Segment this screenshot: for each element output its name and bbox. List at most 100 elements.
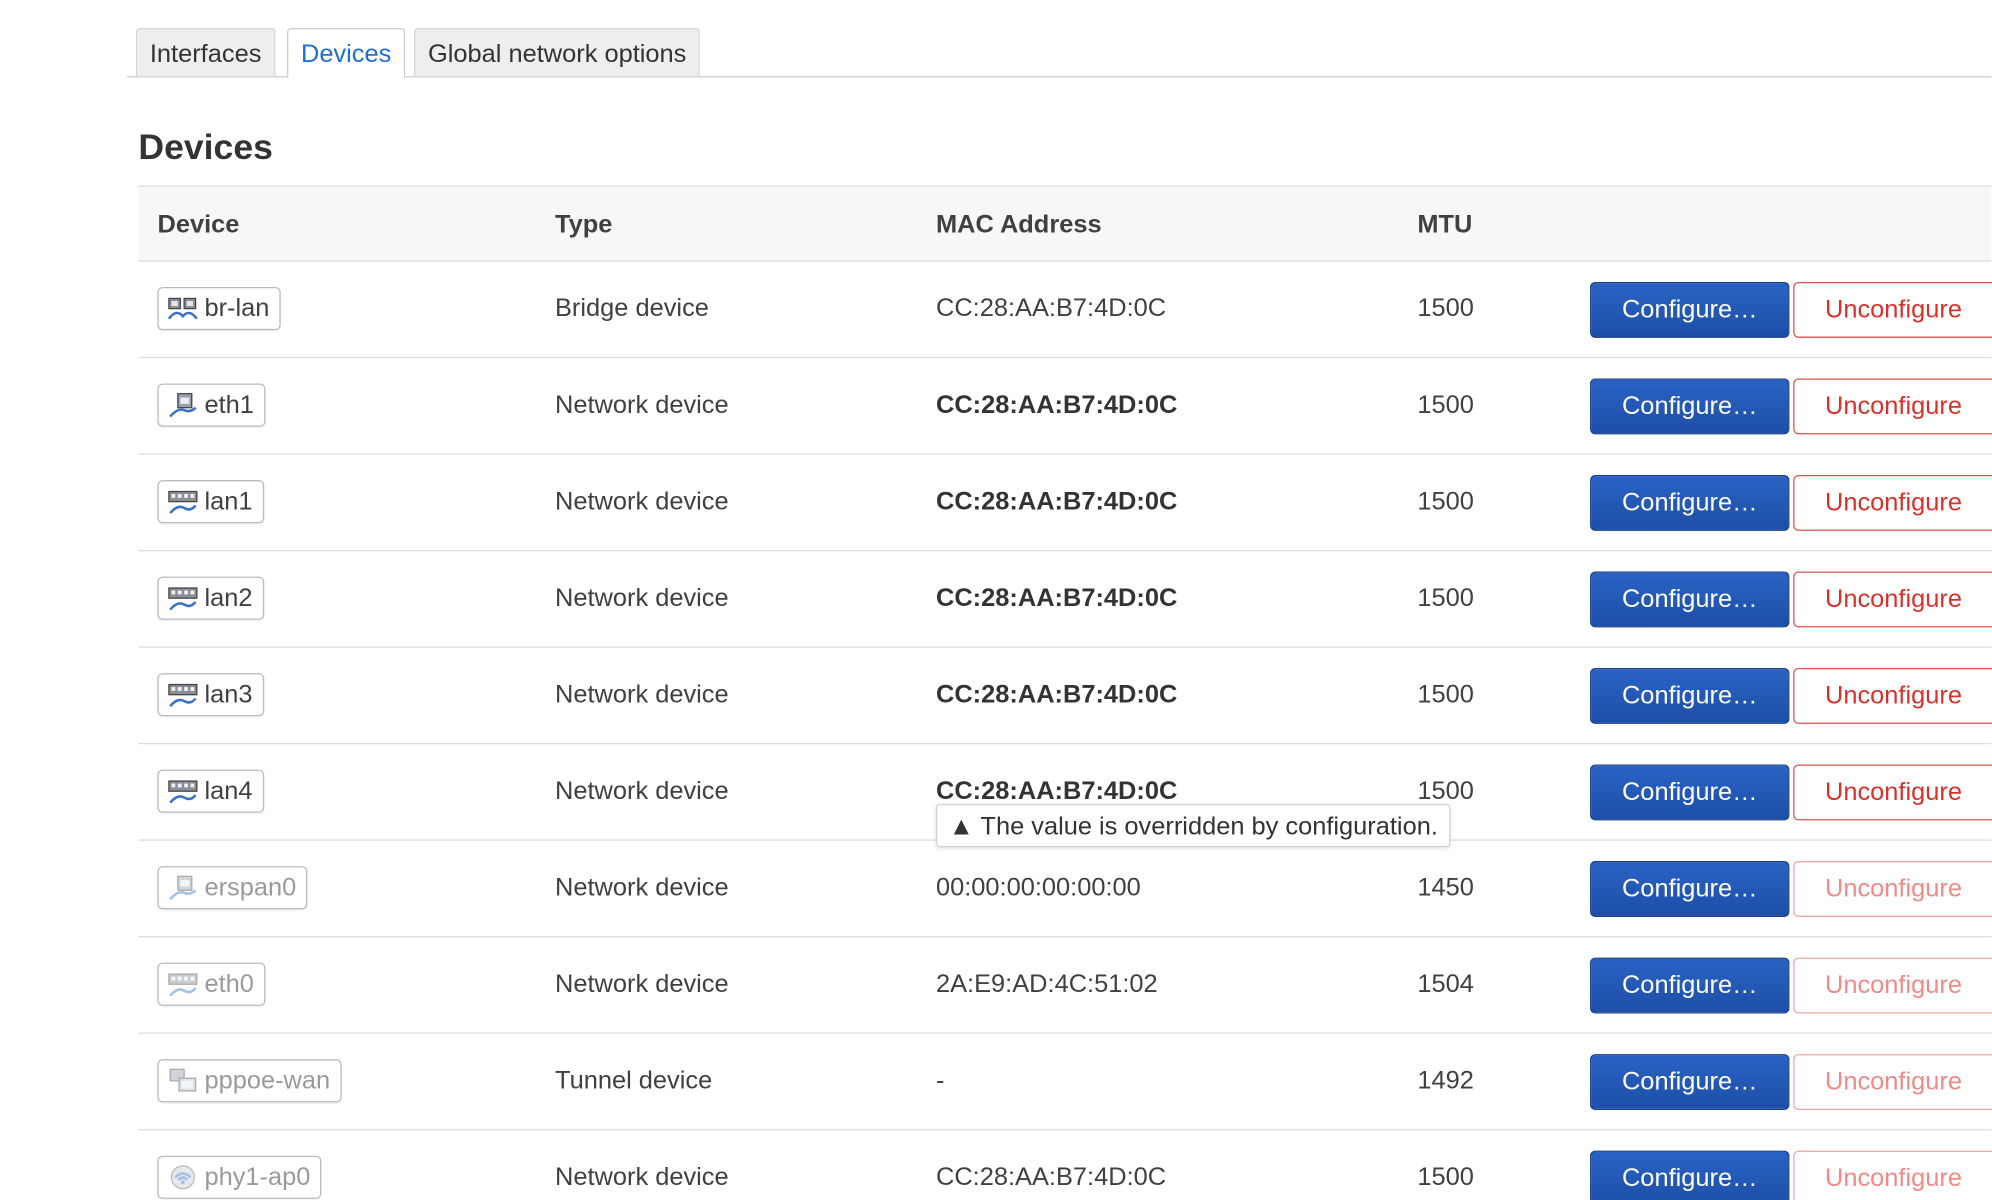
- configure-button[interactable]: Configure…: [1590, 861, 1790, 917]
- unconfigure-button[interactable]: Unconfigure: [1793, 378, 1992, 435]
- tab-global-network-options[interactable]: Global network options: [414, 27, 701, 77]
- table-row: eth0 Network device 2A:E9:AD:4C:51:02 1504 C…: [138, 937, 1992, 1034]
- device-badge[interactable]: lan1: [157, 480, 264, 524]
- configure-button[interactable]: Configure…: [1590, 764, 1790, 821]
- bridge-icon: [166, 293, 199, 323]
- device-badge[interactable]: pppoe-wan: [157, 1059, 342, 1103]
- device-badge[interactable]: lan4: [157, 769, 264, 813]
- device-name: lan4: [204, 776, 253, 805]
- switch-port-icon: [166, 583, 199, 613]
- unconfigure-button[interactable]: Unconfigure: [1793, 861, 1992, 917]
- device-badge[interactable]: lan2: [157, 576, 264, 620]
- table-row: phy1-ap0 Network device CC:28:AA:B7:4D:0C 1…: [138, 1130, 1992, 1200]
- unconfigure-button[interactable]: Unconfigure: [1793, 668, 1992, 724]
- unconfigure-button[interactable]: Unconfigure: [1793, 957, 1992, 1014]
- device-type: Network device: [554, 680, 729, 709]
- table-header: Device Type MAC Address MTU: [138, 185, 1992, 262]
- unconfigure-button[interactable]: Unconfigure: [1793, 1054, 1992, 1110]
- mac-address: CC:28:AA:B7:4D:0C: [935, 1163, 1167, 1192]
- configure-button[interactable]: Configure…: [1590, 1054, 1790, 1110]
- configure-button[interactable]: Configure…: [1590, 571, 1790, 628]
- device-badge[interactable]: erspan0: [157, 866, 308, 910]
- column-header-type: Type: [554, 210, 613, 239]
- configure-button[interactable]: Configure…: [1590, 281, 1790, 338]
- device-badge[interactable]: eth0: [157, 962, 266, 1006]
- switch-port-icon: [166, 776, 199, 806]
- device-badge[interactable]: phy1-ap0: [157, 1155, 322, 1199]
- tab-devices[interactable]: Devices: [287, 27, 406, 78]
- mac-address: CC:28:AA:B7:4D:0C: [935, 584, 1178, 613]
- device-name: lan2: [204, 583, 253, 612]
- device-name: pppoe-wan: [204, 1066, 331, 1095]
- ethernet-icon: [166, 872, 199, 902]
- unconfigure-button[interactable]: Unconfigure: [1793, 281, 1992, 338]
- device-type: Network device: [554, 487, 729, 516]
- mtu-value: 1504: [1417, 970, 1474, 999]
- device-type: Network device: [554, 970, 729, 999]
- device-type: Network device: [554, 584, 729, 613]
- page: Interfaces Devices Global network option…: [0, 0, 1992, 1200]
- device-name: lan1: [204, 487, 253, 515]
- mac-address: CC:28:AA:B7:4D:0C: [935, 680, 1178, 709]
- mac-address: 2A:E9:AD:4C:51:02: [935, 970, 1158, 999]
- table-row: lan1 Network device CC:28:AA:B7:4D:0C 1500 C…: [138, 455, 1992, 552]
- mtu-value: 1500: [1417, 391, 1474, 420]
- device-type: Tunnel device: [554, 1066, 713, 1095]
- device-name: lan3: [204, 680, 253, 709]
- tab-bar: Interfaces Devices Global network option…: [127, 27, 1992, 78]
- mac-address: CC:28:AA:B7:4D:0C: [935, 294, 1167, 323]
- mtu-value: 1500: [1417, 680, 1474, 709]
- configure-button[interactable]: Configure…: [1590, 378, 1790, 435]
- device-name: eth0: [204, 969, 254, 998]
- ethernet-icon: [166, 390, 199, 420]
- table-row: pppoe-wan Tunnel device - 1492 Configure… Unc…: [138, 1034, 1992, 1131]
- table-row: br-lan Bridge device CC:28:AA:B7:4D:0C 1500…: [138, 262, 1992, 359]
- device-type: Network device: [554, 1163, 729, 1192]
- unconfigure-button[interactable]: Unconfigure: [1793, 571, 1992, 628]
- configure-button[interactable]: Configure…: [1590, 474, 1790, 531]
- mac-address: -: [935, 1066, 945, 1095]
- unconfigure-button[interactable]: Unconfigure: [1793, 474, 1992, 531]
- mtu-value: 1450: [1417, 873, 1474, 902]
- table-body: br-lan Bridge device CC:28:AA:B7:4D:0C 1500…: [138, 262, 1992, 1200]
- device-badge[interactable]: lan3: [157, 673, 264, 717]
- device-badge[interactable]: eth1: [157, 383, 266, 427]
- configure-button[interactable]: Configure…: [1590, 1150, 1790, 1200]
- mtu-value: 1500: [1417, 294, 1474, 323]
- switch-port-icon: [166, 969, 199, 999]
- device-name: br-lan: [204, 294, 270, 322]
- mac-override-tooltip: ▲ The value is overridden by configurati…: [935, 803, 1451, 848]
- page-title: Devices: [138, 127, 273, 167]
- unconfigure-button[interactable]: Unconfigure: [1793, 764, 1992, 821]
- tunnel-icon: [166, 1066, 199, 1096]
- table-row: lan2 Network device CC:28:AA:B7:4D:0C 1500 C…: [138, 551, 1992, 648]
- devices-table: Device Type MAC Address MTU br-lan Bridge…: [138, 185, 1992, 1200]
- mtu-value: 1492: [1417, 1066, 1474, 1095]
- device-name: phy1-ap0: [204, 1162, 311, 1191]
- wifi-icon: [166, 1162, 199, 1192]
- device-type: Network device: [554, 391, 729, 420]
- device-type: Network device: [554, 777, 729, 806]
- device-name: eth1: [204, 390, 254, 419]
- column-header-mac: MAC Address: [935, 210, 1102, 239]
- device-name: erspan0: [204, 873, 297, 902]
- switch-port-icon: [166, 486, 199, 516]
- tab-interfaces[interactable]: Interfaces: [135, 27, 276, 77]
- device-type: Bridge device: [554, 294, 709, 323]
- configure-button[interactable]: Configure…: [1590, 957, 1790, 1014]
- column-header-mtu: MTU: [1417, 210, 1473, 239]
- device-type: Network device: [554, 873, 729, 902]
- table-row: lan3 Network device CC:28:AA:B7:4D:0C 1500 C…: [138, 648, 1992, 745]
- table-row: eth1 Network device CC:28:AA:B7:4D:0C 1500 C…: [138, 358, 1992, 455]
- column-header-device: Device: [157, 210, 240, 239]
- mac-address: CC:28:AA:B7:4D:0C: [935, 391, 1178, 420]
- device-badge[interactable]: br-lan: [157, 287, 281, 331]
- mac-address: CC:28:AA:B7:4D:0C: [935, 487, 1178, 516]
- mtu-value: 1500: [1417, 1163, 1474, 1192]
- table-row: erspan0 Network device 00:00:00:00:00:00 14…: [138, 841, 1992, 938]
- switch-port-icon: [166, 679, 199, 709]
- mtu-value: 1500: [1417, 487, 1474, 516]
- unconfigure-button[interactable]: Unconfigure: [1793, 1150, 1992, 1200]
- mtu-value: 1500: [1417, 584, 1474, 613]
- configure-button[interactable]: Configure…: [1590, 668, 1790, 724]
